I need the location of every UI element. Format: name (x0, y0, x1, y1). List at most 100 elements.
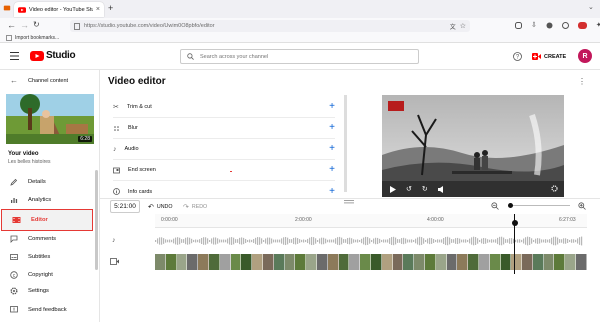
sidebar-item-analytics[interactable]: Analytics (0, 191, 98, 209)
waveform-bar (505, 239, 507, 243)
sidebar-item-settings[interactable]: Settings (0, 282, 98, 300)
hamburger-menu-icon[interactable] (10, 52, 19, 60)
filmstrip-frame (457, 254, 469, 270)
tool-end-screen[interactable]: End screen + (113, 160, 335, 181)
recording-extension-icon[interactable] (577, 21, 587, 29)
browser-tab[interactable]: Video editor - YouTube Studio × (14, 2, 104, 17)
tool-audio[interactable]: ♪ Audio + (113, 139, 335, 160)
forward-icon[interactable]: → (20, 20, 29, 30)
sidebar-scrollbar[interactable] (95, 170, 98, 270)
waveform-bar (317, 239, 319, 243)
playhead-handle[interactable] (511, 220, 518, 226)
add-trim-icon[interactable]: + (329, 102, 335, 112)
waveform-bar (377, 237, 379, 245)
filmstrip-frame (198, 254, 209, 270)
import-bookmarks-link[interactable]: Import bookmarks... (15, 35, 59, 41)
add-info-card-icon[interactable]: + (329, 186, 335, 197)
sidebar-item-editor[interactable]: Editor (1, 209, 93, 231)
waveform-bar (559, 239, 561, 243)
search-box[interactable] (180, 49, 419, 64)
waveform-bar (203, 237, 205, 245)
player-settings-icon[interactable] (551, 185, 558, 192)
help-icon[interactable]: ? (513, 52, 522, 61)
waveform-bar (285, 236, 287, 246)
more-options-icon[interactable]: ⋮ (578, 77, 586, 86)
rewind-icon[interactable]: ↺ (406, 185, 412, 193)
zoom-in-icon[interactable] (578, 202, 586, 210)
waveform-bar (353, 239, 355, 243)
undo-button[interactable]: ↶ UNDO (148, 203, 172, 211)
extension-icon[interactable] (561, 21, 569, 29)
filmstrip-frame (435, 254, 447, 270)
waveform-bar (517, 239, 519, 243)
waveform-bar (215, 237, 217, 245)
volume-icon[interactable] (437, 185, 446, 193)
timeline-ruler[interactable]: 0:00:00 2:00:00 4:00:00 6:27:03 (155, 214, 587, 228)
tool-blur[interactable]: Blur + (113, 118, 335, 139)
waveform-bar (283, 237, 285, 245)
video-track-icon (110, 258, 119, 265)
waveform-bar (519, 239, 521, 243)
waveform-bar (413, 239, 415, 243)
zoom-slider-handle[interactable] (508, 203, 513, 208)
play-icon[interactable] (390, 185, 396, 193)
tools-scrollbar[interactable] (344, 95, 347, 192)
zoom-out-icon[interactable] (491, 202, 499, 210)
new-tab-icon[interactable]: + (108, 3, 113, 13)
waveform-bar (325, 238, 327, 244)
youtube-logo-icon (30, 50, 44, 61)
waveform-bar (195, 239, 197, 243)
waveform-bar (189, 237, 191, 245)
waveform-bar (323, 237, 325, 245)
tab-list-icon[interactable]: ⌄ (588, 3, 594, 11)
reload-icon[interactable]: ↻ (33, 20, 40, 29)
waveform-bar (279, 239, 281, 243)
download-icon[interactable]: ⇩ (531, 21, 537, 29)
waveform-bar (379, 238, 381, 244)
waveform-bar (199, 239, 201, 243)
add-audio-icon[interactable]: + (329, 144, 335, 154)
account-icon[interactable] (546, 22, 553, 29)
puzzle-icon[interactable]: ✦ (596, 21, 600, 29)
zoom-slider[interactable] (510, 205, 570, 206)
video-preview[interactable]: ↺ ↻ (382, 95, 564, 197)
sidebar-item-details[interactable]: Details (0, 173, 98, 191)
timecode-display[interactable]: 5:21:00 (110, 200, 140, 213)
translate-icon[interactable]: 文 (450, 22, 456, 31)
tool-trim-cut[interactable]: ✂ Trim & cut + (113, 97, 335, 118)
channel-content-link[interactable]: ← Channel content (10, 76, 68, 85)
waveform-bar (425, 239, 427, 243)
video-thumbnail[interactable]: 6:28 (6, 94, 94, 144)
audio-waveform[interactable] (155, 233, 587, 249)
sidebar-item-comments[interactable]: Comments (0, 230, 98, 248)
waveform-bar (511, 238, 513, 244)
drag-handle-icon[interactable] (344, 200, 354, 204)
waveform-bar (339, 236, 341, 246)
waveform-bar (435, 239, 437, 243)
studio-logo[interactable]: Studio (30, 50, 76, 61)
video-filmstrip[interactable] (155, 254, 587, 270)
sidebar-item-subtitles[interactable]: Subtitles (0, 248, 98, 266)
url-bar[interactable]: https://studio.youtube.com/video/Uwim0O8… (70, 20, 470, 32)
create-button[interactable]: CREATE (532, 51, 566, 62)
close-tab-icon[interactable]: × (96, 6, 100, 13)
firefox-view-icon[interactable] (3, 4, 11, 12)
sidebar-item-label: Comments (28, 236, 57, 242)
avatar[interactable]: R (578, 49, 592, 63)
back-icon[interactable]: ← (7, 20, 16, 30)
pocket-icon[interactable] (515, 21, 522, 29)
comment-icon (10, 235, 18, 243)
redo-button[interactable]: ↷ REDO (183, 203, 207, 211)
search-input[interactable] (200, 53, 412, 60)
add-blur-icon[interactable]: + (329, 123, 335, 133)
waveform-bar (389, 238, 391, 244)
blur-icon (113, 125, 120, 132)
forward-10-icon[interactable]: ↻ (422, 185, 428, 193)
waveform-bar (193, 239, 195, 243)
waveform-bar (497, 237, 499, 245)
bookmark-star-icon[interactable]: ☆ (460, 22, 466, 30)
waveform-bar (409, 239, 411, 243)
sidebar-item-feedback[interactable]: Send feedback (0, 301, 98, 319)
waveform-bar (463, 239, 465, 243)
add-end-screen-icon[interactable]: + (329, 165, 335, 175)
